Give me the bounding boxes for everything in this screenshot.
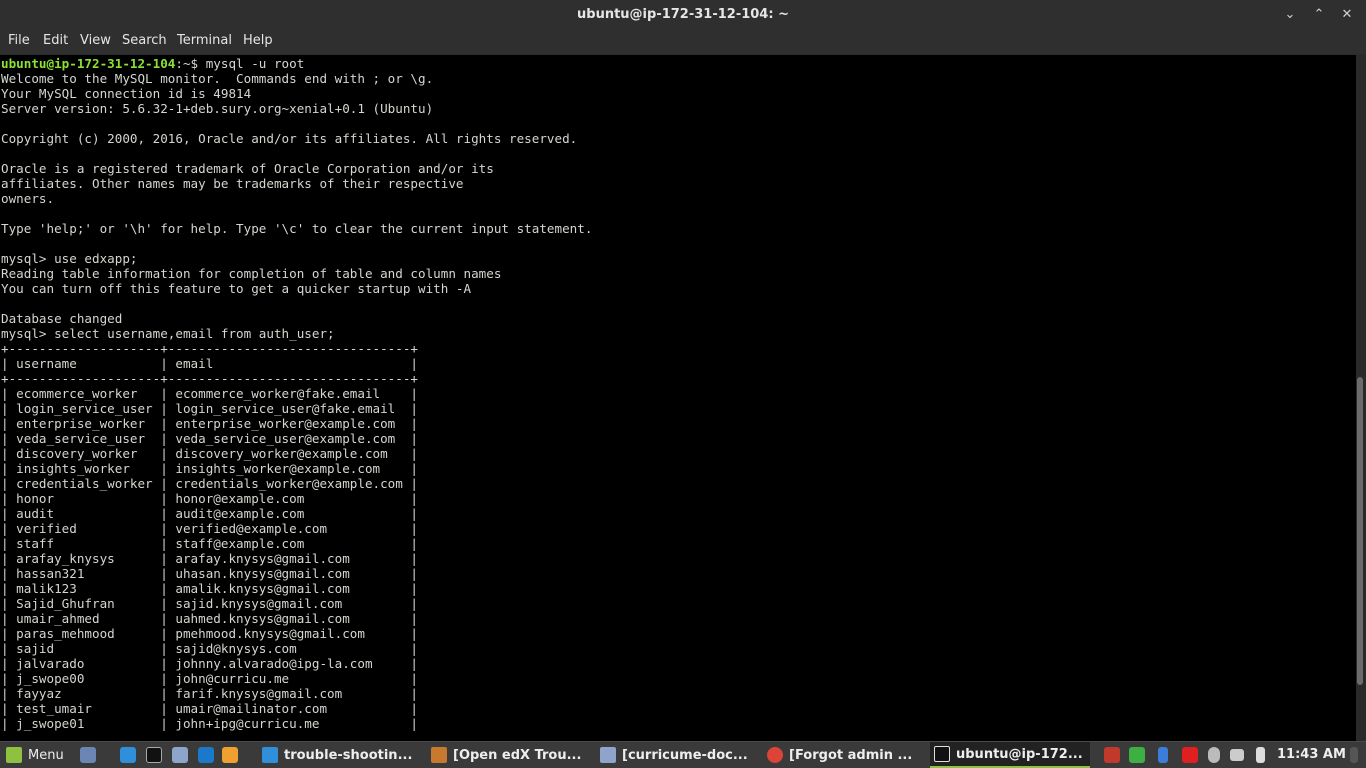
close-button[interactable]: ✕: [1336, 4, 1358, 26]
vscode-launcher-icon[interactable]: [120, 747, 136, 763]
title-bar: ubuntu@ip-172-31-12-104: ~ ⌄ ⌃ ✕: [0, 0, 1366, 30]
app-launcher-icon[interactable]: [222, 747, 238, 763]
show-desktop-icon[interactable]: [80, 747, 96, 763]
menu-help[interactable]: Help: [243, 33, 273, 48]
task-open-edx[interactable]: [Open edX Trou...: [431, 742, 595, 768]
task-label: [Forgot admin ...: [789, 747, 913, 763]
taskbar: Menu trouble-shootin... [Open edX Trou..…: [0, 741, 1366, 768]
scrollbar-thumb[interactable]: [1357, 377, 1363, 685]
task-label: trouble-shootin...: [284, 747, 413, 763]
task-curricume-docs[interactable]: [curricume-doc...: [600, 742, 764, 768]
files-launcher-icon[interactable]: [172, 747, 188, 763]
user-icon[interactable]: [1208, 747, 1220, 763]
menu-view[interactable]: View: [80, 33, 111, 48]
shield-icon[interactable]: [1104, 747, 1120, 763]
start-menu-button[interactable]: Menu: [6, 742, 64, 768]
minimize-button[interactable]: ⌄: [1279, 4, 1301, 26]
anydesk-icon[interactable]: [1182, 747, 1198, 763]
wifi-icon[interactable]: [1230, 749, 1244, 761]
terminal-text: ubuntu@ip-172-31-12-104:~$ mysql -u root…: [0, 55, 1356, 731]
bluetooth-icon[interactable]: [1158, 747, 1168, 763]
menu-file[interactable]: File: [8, 33, 30, 48]
task-label: [curricume-doc...: [622, 747, 748, 763]
chrome-icon: [767, 747, 783, 763]
start-menu-label: Menu: [28, 747, 64, 763]
window-title: ubuntu@ip-172-31-12-104: ~: [577, 7, 789, 22]
menu-search[interactable]: Search: [122, 33, 167, 48]
task-forgot-admin[interactable]: [Forgot admin ...: [767, 742, 929, 768]
vscode-launcher-2-icon[interactable]: [198, 747, 214, 763]
prompt-command: :~$ mysql -u root: [175, 56, 305, 71]
maximize-button[interactable]: ⌃: [1308, 4, 1330, 26]
terminal-icon: [934, 746, 950, 762]
mint-logo-icon: [6, 747, 22, 763]
battery-icon[interactable]: [1256, 747, 1265, 763]
image-viewer-icon: [431, 747, 447, 763]
task-terminal[interactable]: ubuntu@ip-172...: [930, 742, 1090, 768]
terminal-output: Welcome to the MySQL monitor. Commands e…: [1, 71, 593, 731]
task-label: ubuntu@ip-172...: [956, 746, 1083, 762]
menu-bar: File Edit View Search Terminal Help: [0, 30, 1366, 54]
update-manager-icon[interactable]: [1129, 747, 1145, 763]
show-desktop-corner-icon[interactable]: [1350, 747, 1358, 763]
vscode-icon: [262, 747, 278, 763]
terminal-launcher-icon[interactable]: [146, 747, 162, 763]
folder-icon: [600, 747, 616, 763]
menu-edit[interactable]: Edit: [43, 33, 68, 48]
prompt-user: ubuntu@ip-172-31-12-104: [1, 56, 176, 71]
menu-terminal[interactable]: Terminal: [177, 33, 232, 48]
terminal-area[interactable]: ubuntu@ip-172-31-12-104:~$ mysql -u root…: [0, 55, 1356, 741]
task-label: [Open edX Trou...: [453, 747, 582, 763]
task-trouble-shooting[interactable]: trouble-shootin...: [262, 742, 426, 768]
clock[interactable]: 11:43 AM: [1277, 747, 1346, 762]
